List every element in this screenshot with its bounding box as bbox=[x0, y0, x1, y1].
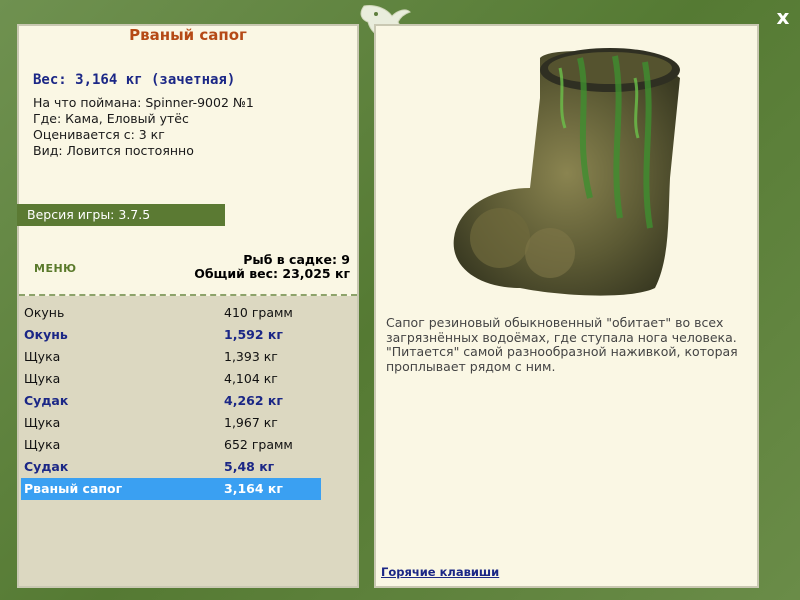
catch-name: Судак bbox=[24, 393, 69, 408]
catch-row[interactable]: Щука 652 грамм bbox=[21, 434, 321, 456]
catch-row-selected[interactable]: Рваный сапог 3,164 кг bbox=[21, 478, 321, 500]
catch-row[interactable]: Щука 4,104 кг bbox=[21, 368, 321, 390]
fish-title: Рваный сапог bbox=[129, 26, 247, 44]
catch-name: Рваный сапог bbox=[24, 481, 123, 496]
keep-net-total-weight: Общий вес: 23,025 кг bbox=[194, 266, 350, 281]
catch-name: Щука bbox=[24, 371, 61, 386]
fish-description: Сапог резиновый обыкновенный "обитает" в… bbox=[386, 315, 738, 374]
menu-button[interactable]: МЕНЮ bbox=[34, 262, 77, 275]
catch-name: Окунь bbox=[24, 327, 68, 342]
fish-weight: Вес: 3,164 кг (зачетная) bbox=[33, 72, 236, 88]
catch-weight: 5,48 кг bbox=[224, 459, 275, 474]
catch-weight: 4,104 кг bbox=[224, 371, 278, 386]
close-button[interactable]: x bbox=[770, 4, 796, 30]
caught-on-info: На что поймана: Spinner-9002 №1 bbox=[33, 95, 254, 110]
catch-weight: 1,592 кг bbox=[224, 327, 283, 342]
catch-name: Щука bbox=[24, 437, 61, 452]
catch-row[interactable]: Щука 1,393 кг bbox=[21, 346, 321, 368]
catch-row[interactable]: Окунь 1,592 кг bbox=[21, 324, 321, 346]
catch-row[interactable]: Окунь 410 грамм bbox=[21, 302, 321, 324]
rubber-boot-image bbox=[453, 48, 680, 296]
catch-weight: 1,393 кг bbox=[224, 349, 278, 364]
catch-row[interactable]: Щука 1,967 кг bbox=[21, 412, 321, 434]
catch-weight: 3,164 кг bbox=[224, 481, 283, 496]
catch-name: Щука bbox=[24, 349, 61, 364]
kind-info: Вид: Ловится постоянно bbox=[33, 143, 194, 158]
hotkeys-link[interactable]: Горячие клавиши bbox=[381, 565, 499, 579]
location-info: Где: Кама, Еловый утёс bbox=[33, 111, 189, 126]
catch-row[interactable]: Судак 5,48 кг bbox=[21, 456, 321, 478]
catch-row[interactable]: Судак 4,262 кг bbox=[21, 390, 321, 412]
catch-weight: 410 грамм bbox=[224, 305, 293, 320]
catch-name: Щука bbox=[24, 415, 61, 430]
rated-from-info: Оценивается с: 3 кг bbox=[33, 127, 165, 142]
game-version: Версия игры: 3.7.5 bbox=[17, 204, 225, 226]
keep-net-count: Рыб в садке: 9 bbox=[243, 252, 350, 267]
catch-weight: 4,262 кг bbox=[224, 393, 283, 408]
catch-weight: 652 грамм bbox=[224, 437, 293, 452]
catch-name: Судак bbox=[24, 459, 69, 474]
catch-name: Окунь bbox=[24, 305, 65, 320]
catch-weight: 1,967 кг bbox=[224, 415, 278, 430]
